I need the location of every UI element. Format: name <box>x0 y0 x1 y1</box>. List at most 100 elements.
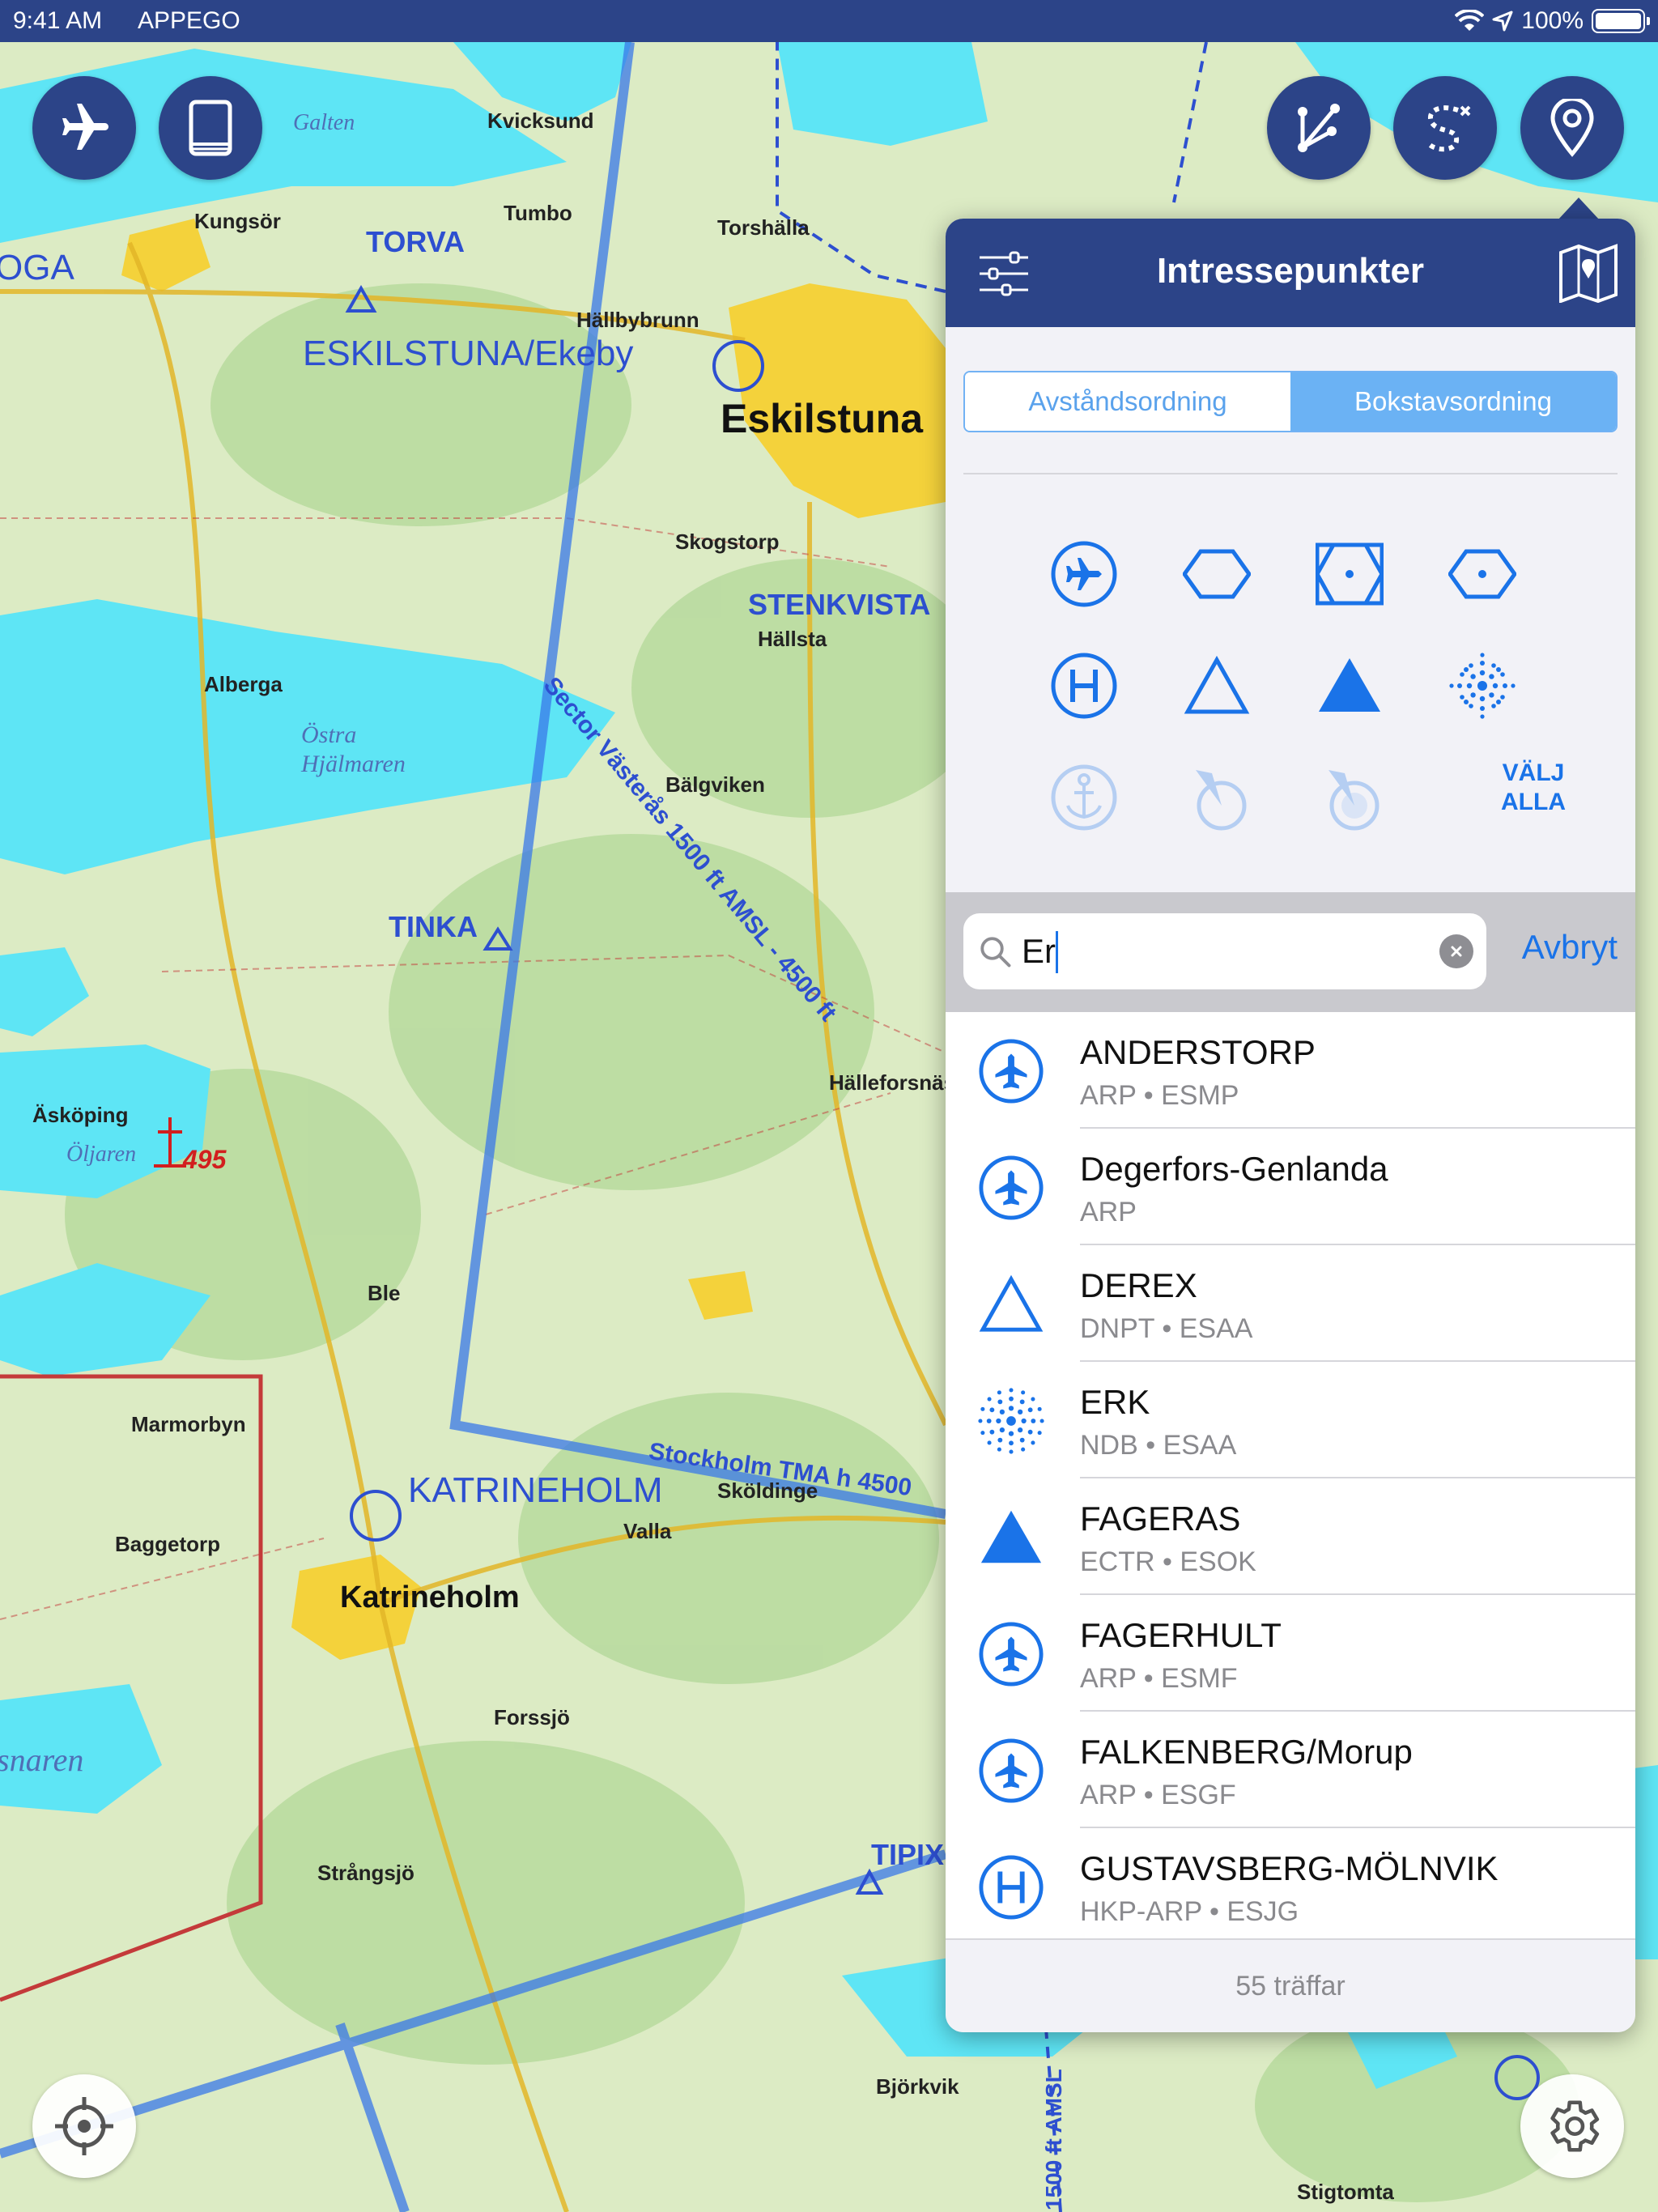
popover-title: Intressepunkter <box>1156 251 1425 291</box>
map-label-katrineholm-arp: KATRINEHOLM <box>408 1470 663 1510</box>
result-row[interactable]: FALKENBERG/Morup ARP • ESGF <box>946 1712 1635 1828</box>
airport-icon <box>978 1621 1044 1687</box>
map-label-oljaren: Öljaren <box>66 1142 137 1167</box>
map-label-snaren: snaren <box>0 1742 84 1778</box>
map-label-eskilstuna: Eskilstuna <box>721 396 924 441</box>
crosshair-icon <box>55 2097 113 2155</box>
filter-seaplane[interactable] <box>1039 753 1129 842</box>
map-label-katrineholm: Katrineholm <box>340 1580 520 1614</box>
map-label-bjorkvik: Björkvik <box>876 2074 959 2099</box>
map-label-ble: Ble <box>368 1281 401 1305</box>
heliport-icon <box>978 1854 1044 1921</box>
result-name: GUSTAVSBERG-MÖLNVIK <box>1080 1849 1499 1887</box>
map-label-tipix: TIPIX <box>871 1838 945 1871</box>
reporting-point-icon <box>978 1504 1044 1571</box>
points-of-interest-button[interactable] <box>1520 76 1624 180</box>
filter-windsock-alt[interactable] <box>1305 753 1394 842</box>
result-name: ANDERSTORP <box>1080 1033 1316 1071</box>
map-label-tinka: TINKA <box>389 910 478 943</box>
airplane-icon <box>62 104 108 150</box>
result-row[interactable]: Degerfors-Genlanda ARP <box>946 1129 1635 1245</box>
windsock-alt-icon <box>1329 770 1380 831</box>
result-row[interactable]: FAGERAS ECTR • ESOK <box>946 1478 1635 1595</box>
route-icon <box>1298 104 1340 152</box>
select-all-button[interactable]: VÄLJ ALLA <box>1485 743 1582 832</box>
cancel-search-button[interactable]: Avbryt <box>1522 928 1618 967</box>
map-label-valla: Valla <box>623 1519 672 1543</box>
clear-search-button[interactable] <box>1439 934 1473 968</box>
status-time: 9:41 AM <box>13 7 103 34</box>
hexagon-icon <box>1183 549 1251 599</box>
map-book-button[interactable] <box>1556 243 1621 304</box>
waypoint-triangle-icon <box>978 1271 1044 1338</box>
map-label-forssjo: Forssjö <box>494 1705 570 1729</box>
filter-airport[interactable] <box>1039 530 1129 619</box>
result-row[interactable]: GUSTAVSBERG-MÖLNVIK HKP-ARP • ESJG <box>946 1828 1635 1945</box>
result-subtitle: ARP • ESMF <box>1080 1663 1238 1694</box>
wifi-icon <box>1455 10 1485 31</box>
close-icon <box>1451 946 1462 957</box>
result-row[interactable]: ANDERSTORP ARP • ESMP <box>946 1012 1635 1129</box>
tab-distance-order[interactable]: Avståndsordning <box>965 372 1290 431</box>
map-label-marmorbyn: Marmorbyn <box>131 1412 246 1436</box>
filter-reporting-point[interactable] <box>1305 641 1394 730</box>
filter-ndb[interactable] <box>1438 641 1527 730</box>
filter-windsock[interactable] <box>1172 753 1261 842</box>
trace-button[interactable] <box>1393 76 1497 180</box>
airport-icon <box>978 1038 1044 1104</box>
map-label-obstacle: 495 <box>183 1145 227 1174</box>
search-bar: Avbryt <box>946 892 1635 1012</box>
filter-waypoint[interactable] <box>1172 641 1261 730</box>
route-button[interactable] <box>1267 76 1371 180</box>
map-label-skoldinge: Sköldinge <box>717 1478 818 1503</box>
tab-alphabetical-order[interactable]: Bokstavsordning <box>1290 372 1616 431</box>
map-label-kvicksund: Kvicksund <box>487 108 594 133</box>
result-name: DEREX <box>1080 1266 1197 1304</box>
documents-button[interactable] <box>159 76 262 180</box>
seaplane-anchor-icon <box>1051 764 1117 831</box>
locate-button[interactable] <box>32 2074 136 2178</box>
result-subtitle: ARP • ESMP <box>1080 1080 1239 1111</box>
gear-icon <box>1550 2100 1600 2152</box>
filter-vor-dme[interactable] <box>1305 530 1394 619</box>
map-label-galten: Galten <box>293 110 355 135</box>
result-name: ERK <box>1080 1383 1150 1421</box>
map-book-icon <box>1559 244 1618 304</box>
result-subtitle: NDB • ESAA <box>1080 1430 1237 1461</box>
map-label-hallsta: Hällsta <box>758 627 827 651</box>
aircraft-button[interactable] <box>32 76 136 180</box>
result-row[interactable]: ERK NDB • ESAA <box>946 1362 1635 1478</box>
book-icon <box>189 100 232 156</box>
map-label-askoping: Äsköping <box>32 1103 129 1127</box>
location-pin-icon <box>1550 99 1594 157</box>
search-input[interactable] <box>1022 928 1426 975</box>
map-label-tumbo: Tumbo <box>504 201 572 225</box>
search-field[interactable] <box>963 913 1486 989</box>
select-all-line2: ALLA <box>1501 789 1566 815</box>
map-label-hallbybrunn: Hällbybrunn <box>576 308 699 332</box>
result-subtitle: ECTR • ESOK <box>1080 1546 1256 1577</box>
filter-vor[interactable] <box>1438 530 1527 619</box>
filter-heliport[interactable] <box>1039 641 1129 730</box>
reporting-point-icon <box>1319 658 1380 712</box>
airport-icon <box>1051 541 1117 607</box>
location-arrow-icon <box>1492 11 1513 32</box>
text-cursor <box>1056 931 1058 973</box>
popover-header: Intressepunkter <box>946 219 1635 327</box>
result-name: FAGERAS <box>1080 1499 1241 1538</box>
result-subtitle: ARP <box>1080 1197 1137 1227</box>
settings-button[interactable] <box>1520 2074 1624 2178</box>
result-name: FAGERHULT <box>1080 1616 1282 1654</box>
map-label-stenkvista: STENKVISTA <box>748 588 931 621</box>
map-label-oga: OGA <box>0 248 74 287</box>
map-label-baggetorp: Baggetorp <box>115 1532 220 1556</box>
map-label-amsl-vertical: 1500 ft AMSL <box>1041 2069 1066 2210</box>
filter-hexagon[interactable] <box>1172 530 1261 619</box>
map-label-strangsjo: Strångsjö <box>317 1861 414 1885</box>
sort-segmented-control: Avståndsordning Bokstavsordning <box>963 371 1618 432</box>
result-row[interactable]: FAGERHULT ARP • ESMF <box>946 1595 1635 1712</box>
ndb-icon <box>1449 653 1516 719</box>
airport-icon <box>978 1155 1044 1221</box>
result-row[interactable]: DEREX DNPT • ESAA <box>946 1245 1635 1362</box>
result-count: 55 träffar <box>946 1938 1635 2032</box>
